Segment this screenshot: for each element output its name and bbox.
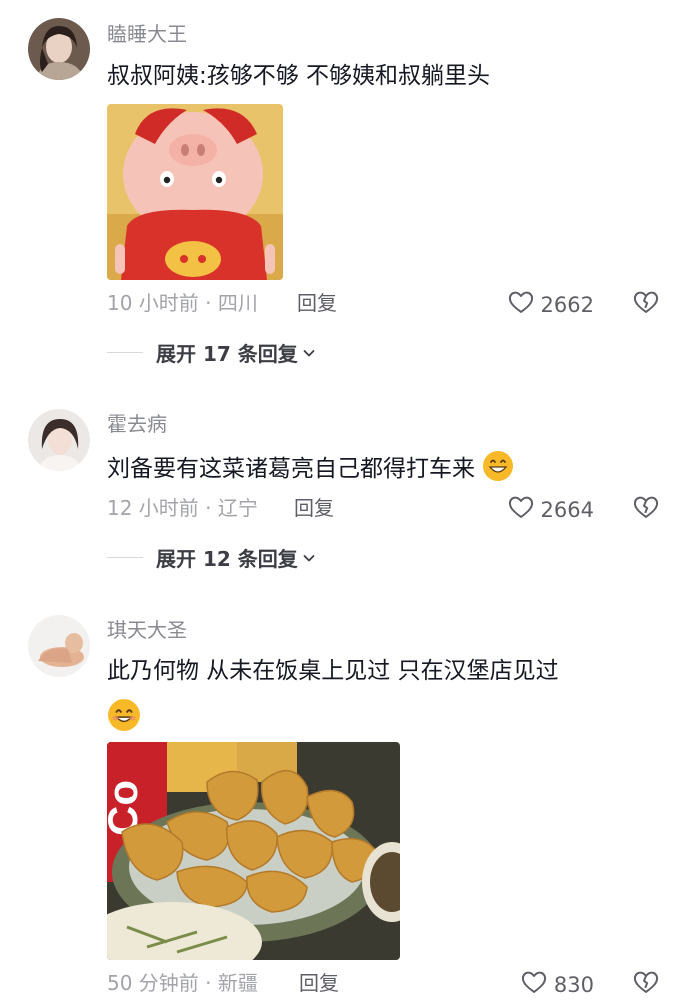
like-count: 830 — [553, 972, 594, 997]
dislike-button[interactable] — [632, 288, 660, 320]
comment-text: 此乃何物 从未在饭桌上见过 只在汉堡店见过 — [107, 658, 559, 684]
avatar[interactable] — [28, 18, 90, 80]
comment-text-content: 刘备要有这菜诸葛亮自己都得打车来 — [107, 456, 475, 482]
comment-image-fried-chicken[interactable]: Co — [107, 742, 400, 960]
expand-replies-label: 展开 12 条回复 — [156, 547, 298, 571]
username[interactable]: 瞌睡大王 — [107, 20, 187, 48]
avatar[interactable] — [28, 409, 90, 471]
heart-outline-icon — [520, 968, 548, 1001]
like-count: 2664 — [540, 497, 594, 522]
username[interactable]: 琪天大圣 — [107, 616, 187, 644]
dislike-button[interactable] — [632, 968, 660, 1000]
heart-outline-icon — [507, 288, 535, 321]
comment-time-location: 10 小时前 · 四川 — [107, 291, 258, 315]
grin-emoji-icon — [107, 698, 141, 741]
comment-time-location: 50 分钟前 · 新疆 — [107, 971, 258, 995]
username[interactable]: 霍去病 — [107, 410, 167, 438]
like-button[interactable]: 830 — [520, 968, 594, 1001]
reply-button[interactable]: 回复 — [294, 494, 334, 522]
like-button[interactable]: 2664 — [507, 493, 594, 526]
broken-heart-icon — [632, 496, 660, 525]
dislike-button[interactable] — [632, 493, 660, 525]
reply-button[interactable]: 回复 — [299, 969, 339, 997]
like-count: 2662 — [540, 292, 594, 317]
chevron-down-icon — [302, 546, 316, 570]
comment-text: 叔叔阿姨:孩够不够 不够姨和叔躺里头 — [107, 63, 491, 89]
expand-replies-button[interactable]: 展开 17 条回复 — [107, 338, 316, 367]
reply-button[interactable]: 回复 — [297, 289, 337, 317]
avatar[interactable] — [28, 615, 90, 677]
expand-replies-label: 展开 17 条回复 — [156, 342, 298, 366]
divider-line — [107, 557, 143, 558]
like-button[interactable]: 2662 — [507, 288, 594, 321]
broken-heart-icon — [632, 971, 660, 1000]
comment-text-emoji-line — [107, 698, 141, 741]
expand-replies-button[interactable]: 展开 12 条回复 — [107, 543, 316, 572]
broken-heart-icon — [632, 291, 660, 320]
grin-emoji-icon — [482, 450, 514, 491]
comment-image-pig[interactable] — [107, 104, 283, 280]
divider-line — [107, 352, 143, 353]
comment-text: 刘备要有这菜诸葛亮自己都得打车来 — [107, 450, 514, 491]
heart-outline-icon — [507, 493, 535, 526]
comment-time-location: 12 小时前 · 辽宁 — [107, 496, 258, 520]
chevron-down-icon — [302, 341, 316, 365]
